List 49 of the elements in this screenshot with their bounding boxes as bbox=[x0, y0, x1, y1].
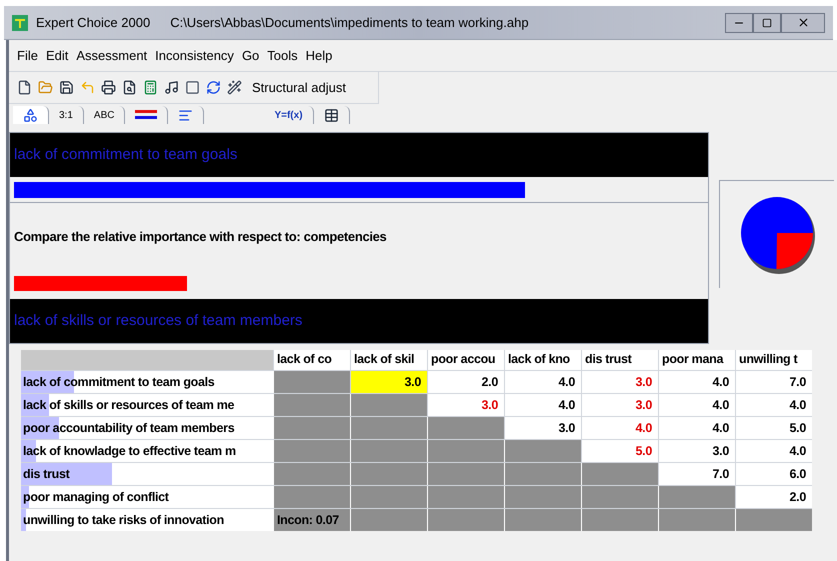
row-label[interactable]: unwilling to take risks of innovation bbox=[21, 509, 273, 531]
calculator-icon[interactable] bbox=[143, 80, 158, 95]
grid-icon bbox=[324, 108, 339, 122]
column-header: dis trust bbox=[581, 350, 658, 370]
open-folder-icon[interactable] bbox=[38, 80, 53, 95]
judgment-cell[interactable]: 3.0 bbox=[350, 371, 427, 393]
menu-item[interactable]: Go bbox=[242, 46, 260, 66]
row-label[interactable]: dis trust bbox=[21, 463, 273, 485]
row-label[interactable]: lack of skills or resources of team me bbox=[21, 394, 273, 416]
file-path: C:\Users\Abbas\Documents\impediments to team working.ahp bbox=[170, 14, 529, 32]
shapes-icon bbox=[23, 108, 38, 122]
magic-wand-icon[interactable] bbox=[227, 80, 242, 95]
menu-item[interactable]: Inconsistency bbox=[155, 46, 234, 66]
maximize-button[interactable] bbox=[753, 12, 781, 32]
music-note-icon[interactable] bbox=[164, 80, 179, 95]
menu-item[interactable]: File bbox=[17, 46, 38, 66]
element-name: lack of commitment to team goals bbox=[14, 144, 238, 165]
column-header: lack of co bbox=[273, 350, 350, 370]
save-icon[interactable] bbox=[59, 80, 74, 95]
menu-item[interactable]: Assessment bbox=[76, 46, 148, 66]
bars-icon bbox=[135, 110, 158, 120]
menu-item[interactable]: Edit bbox=[46, 46, 68, 66]
column-header: lack of skil bbox=[350, 350, 427, 370]
new-file-icon[interactable] bbox=[17, 80, 32, 95]
column-header: poor mana bbox=[658, 350, 735, 370]
print-icon[interactable] bbox=[101, 80, 116, 95]
view-tab[interactable] bbox=[13, 106, 49, 124]
element-name: lack of skills or resources of team members bbox=[14, 310, 302, 331]
row-label[interactable]: lack of commitment to team goals bbox=[21, 371, 273, 393]
close-icon bbox=[796, 16, 810, 29]
menu-item[interactable]: Tools bbox=[267, 46, 298, 66]
print-preview-icon[interactable] bbox=[122, 80, 137, 95]
row-label[interactable]: poor accountability of team members bbox=[21, 417, 273, 439]
square-icon[interactable] bbox=[185, 80, 200, 95]
menu-item[interactable]: Help bbox=[306, 46, 332, 66]
structural-adjust-button[interactable]: Structural adjust bbox=[252, 78, 346, 98]
row-label[interactable]: lack of knowladge to effective team m bbox=[21, 440, 273, 462]
column-header: unwilling t bbox=[735, 350, 812, 370]
close-button[interactable] bbox=[781, 12, 825, 32]
comparison-prompt: Compare the relative importance with respect to: competencies bbox=[14, 228, 388, 246]
row-label[interactable]: poor managing of conflict bbox=[21, 486, 273, 508]
inconsistency-ratio: Incon: 0.07 bbox=[273, 509, 350, 531]
app-logo-icon bbox=[12, 14, 28, 30]
column-header: lack of kno bbox=[504, 350, 581, 370]
maximize-icon bbox=[762, 18, 772, 28]
refresh-icon[interactable] bbox=[206, 80, 221, 95]
column-header: poor accou bbox=[427, 350, 504, 370]
window-title: Expert Choice 2000 bbox=[36, 14, 150, 32]
sorted-lines-icon bbox=[178, 108, 194, 122]
